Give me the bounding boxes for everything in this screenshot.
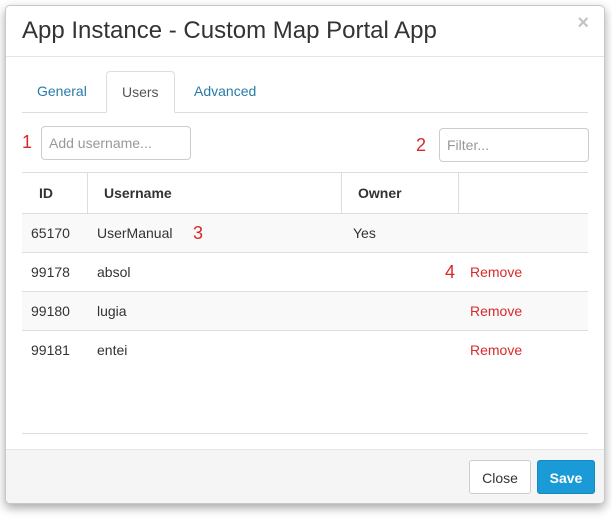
dialog-footer: Close Save bbox=[6, 449, 604, 503]
remove-user-link[interactable]: Remove bbox=[470, 253, 522, 291]
users-table: ID Username Owner 65170 UserManual 3 Yes… bbox=[22, 172, 588, 369]
column-header-id[interactable]: ID bbox=[39, 173, 53, 213]
cell-username: entei bbox=[97, 342, 128, 358]
add-username-input[interactable] bbox=[41, 126, 191, 160]
annotation-marker-4: 4 bbox=[445, 262, 456, 282]
divider bbox=[22, 433, 588, 434]
filter-input[interactable] bbox=[439, 128, 589, 162]
remove-user-link[interactable]: Remove bbox=[470, 292, 522, 330]
dialog-title: App Instance - Custom Map Portal App bbox=[22, 17, 437, 44]
column-divider bbox=[458, 173, 459, 213]
cell-username: absol bbox=[97, 264, 131, 280]
column-divider bbox=[341, 173, 342, 213]
table-row: 99180 lugia Remove bbox=[22, 292, 588, 331]
tab-general[interactable]: General bbox=[22, 71, 102, 111]
column-header-username[interactable]: Username bbox=[104, 173, 172, 213]
column-header-owner[interactable]: Owner bbox=[358, 173, 402, 213]
cell-id: 99180 bbox=[31, 303, 70, 319]
tab-users[interactable]: Users bbox=[106, 71, 175, 113]
close-icon[interactable]: × bbox=[577, 13, 589, 33]
table-header: ID Username Owner bbox=[22, 173, 588, 214]
annotation-marker-2: 2 bbox=[416, 135, 427, 155]
table-row: 99178 absol 4 Remove bbox=[22, 253, 588, 292]
table-row: 65170 UserManual 3 Yes bbox=[22, 214, 588, 253]
dialog-header: App Instance - Custom Map Portal App × bbox=[6, 6, 604, 57]
tab-advanced[interactable]: Advanced bbox=[179, 71, 271, 111]
column-divider bbox=[87, 173, 88, 213]
cell-id: 99181 bbox=[31, 342, 70, 358]
cell-username: UserManual bbox=[97, 225, 173, 241]
app-instance-dialog: App Instance - Custom Map Portal App × G… bbox=[5, 5, 605, 504]
annotation-marker-1: 1 bbox=[22, 132, 33, 152]
cell-username: lugia bbox=[97, 303, 127, 319]
cell-id: 99178 bbox=[31, 264, 70, 280]
table-row: 99181 entei Remove bbox=[22, 331, 588, 369]
cell-owner: Yes bbox=[353, 225, 376, 241]
close-button[interactable]: Close bbox=[469, 460, 531, 494]
annotation-marker-3: 3 bbox=[193, 223, 204, 243]
remove-user-link[interactable]: Remove bbox=[470, 331, 522, 369]
tab-bar: General Users Advanced bbox=[22, 71, 588, 113]
cell-id: 65170 bbox=[31, 225, 70, 241]
save-button[interactable]: Save bbox=[537, 460, 595, 494]
